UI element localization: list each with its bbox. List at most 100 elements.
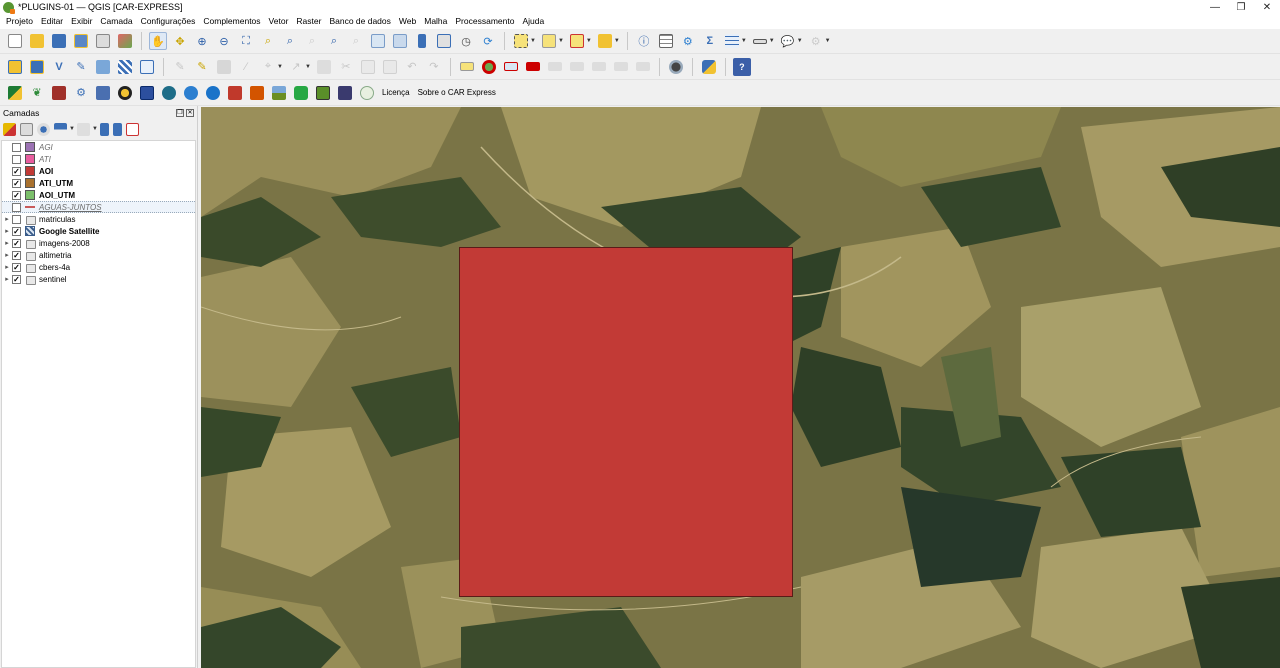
close-panel-icon[interactable]: ✕	[186, 109, 194, 117]
menu-configuracoes[interactable]: Configurações	[137, 14, 200, 29]
help-icon[interactable]: ?	[732, 57, 751, 76]
sobre-car-express-button[interactable]: Sobre o CAR Express	[414, 84, 500, 102]
layer-visibility-checkbox[interactable]: ✓	[12, 250, 21, 260]
layer-labeling-icon[interactable]	[480, 58, 498, 76]
zoom-selection-icon[interactable]: ⌕	[259, 32, 277, 50]
close-window-button[interactable]: ✕	[1254, 0, 1280, 14]
collapse-all-icon[interactable]	[112, 122, 122, 136]
menu-processamento[interactable]: Processamento	[451, 14, 518, 29]
add-raster-layer-icon[interactable]	[116, 58, 134, 76]
measure-line-icon[interactable]	[751, 32, 769, 50]
new-map-view-icon[interactable]	[369, 32, 387, 50]
dropdown-arrow-icon[interactable]: ▼	[558, 38, 564, 44]
python-console-icon[interactable]	[700, 58, 718, 76]
copy-features-icon[interactable]	[359, 58, 377, 76]
filter-expression-icon[interactable]	[76, 122, 90, 136]
expand-arrow-icon[interactable]: ▸	[2, 275, 12, 283]
add-group-icon[interactable]	[20, 122, 33, 136]
expand-arrow-icon[interactable]: ▸	[2, 215, 12, 223]
expand-arrow-icon[interactable]: ▸	[2, 227, 12, 235]
layer-visibility-checkbox[interactable]: ✓	[12, 238, 21, 248]
remove-layer-icon[interactable]	[125, 122, 139, 136]
delete-selected-icon[interactable]	[315, 58, 333, 76]
layer-visibility-checkbox[interactable]: ✓	[12, 190, 21, 200]
show-bookmarks-icon[interactable]	[435, 32, 453, 50]
dropdown-arrow-icon[interactable]: ▼	[586, 38, 592, 44]
layer-group-row[interactable]: ▸ matriculas	[2, 213, 195, 225]
expand-arrow-icon[interactable]: ▸	[2, 239, 12, 247]
minimize-button[interactable]: —	[1202, 0, 1228, 14]
dropdown-arrow-icon[interactable]: ▼	[92, 126, 98, 132]
zoom-layer-icon[interactable]: ⌕	[281, 32, 299, 50]
menu-malha[interactable]: Malha	[420, 14, 451, 29]
select-features-icon[interactable]	[512, 32, 530, 50]
layer-row[interactable]: ✓ AOI_UTM	[2, 189, 195, 201]
vertex-tool-icon[interactable]: ⌖	[259, 58, 277, 76]
dropdown-arrow-icon[interactable]: ▼	[69, 126, 75, 132]
landscape-plugin-icon[interactable]	[270, 84, 288, 102]
zoom-out-icon[interactable]: ⊖	[215, 32, 233, 50]
spatial-bookmark-icon[interactable]	[413, 32, 431, 50]
annotation-icon[interactable]: ⚙	[807, 32, 825, 50]
fire-orange-plugin-icon[interactable]	[248, 84, 266, 102]
expand-arrow-icon[interactable]: ▸	[2, 251, 12, 259]
cube-plugin-icon[interactable]	[94, 84, 112, 102]
style-manager-icon[interactable]	[116, 32, 134, 50]
show-hide-labels-icon[interactable]	[612, 58, 630, 76]
open-project-icon[interactable]	[28, 32, 46, 50]
aoi-polygon-feature[interactable]	[459, 247, 793, 597]
select-by-value-icon[interactable]	[540, 32, 558, 50]
layer-group-row[interactable]: ▸ ✓ imagens-2008	[2, 237, 195, 249]
menu-exibir[interactable]: Exibir	[67, 14, 96, 29]
zoom-last-icon[interactable]: ⌕	[325, 32, 343, 50]
restore-button[interactable]: ❐	[1228, 0, 1254, 14]
dropdown-arrow-icon[interactable]: ▼	[530, 38, 536, 44]
blue-circle-plugin-icon[interactable]	[204, 84, 222, 102]
zoom-in-icon[interactable]: ⊕	[193, 32, 211, 50]
licenca-button[interactable]: Licença	[378, 84, 414, 102]
filter-legend-icon[interactable]	[54, 122, 67, 136]
deselect-features-icon[interactable]	[568, 32, 586, 50]
red-book-plugin-icon[interactable]	[50, 84, 68, 102]
new-geopackage-layer-icon[interactable]	[28, 58, 46, 76]
undo-icon[interactable]: ↶	[403, 58, 421, 76]
new-project-icon[interactable]	[6, 32, 24, 50]
layer-row[interactable]: ▸ ✓ Google Satellite	[2, 225, 195, 237]
expand-arrow-icon[interactable]: ▸	[2, 263, 12, 271]
highlight-labels-icon[interactable]	[524, 58, 542, 76]
add-virtual-layer-icon[interactable]	[138, 58, 156, 76]
green-doc-plugin-icon[interactable]	[314, 84, 332, 102]
cut-features-icon[interactable]: ✂	[337, 58, 355, 76]
modify-attributes-icon[interactable]: ↗	[287, 58, 305, 76]
paste-features-icon[interactable]	[381, 58, 399, 76]
statistics-summary-icon[interactable]: Σ	[701, 32, 719, 50]
move-label-icon[interactable]	[546, 58, 564, 76]
menu-vetor[interactable]: Vetor	[265, 14, 293, 29]
data-source-manager-icon[interactable]	[6, 58, 24, 76]
dropdown-arrow-icon[interactable]: ▼	[614, 38, 620, 44]
layer-row[interactable]: ✓ ATI_UTM	[2, 177, 195, 189]
dropdown-arrow-icon[interactable]: ▼	[305, 64, 311, 70]
round-plugin-icon[interactable]	[358, 84, 376, 102]
float-panel-icon[interactable]: ❐	[176, 109, 184, 117]
map-canvas[interactable]	[201, 107, 1280, 668]
print-layout-icon[interactable]	[94, 32, 112, 50]
globe-plugin-icon[interactable]	[160, 84, 178, 102]
layer-row-selected[interactable]: AGUAS-JUNTOS	[2, 201, 195, 213]
label-toolbar-icon[interactable]	[458, 58, 476, 76]
zoom-native-icon[interactable]: ⌕	[303, 32, 321, 50]
layer-group-row[interactable]: ▸ ✓ cbers-4a	[2, 261, 195, 273]
pan-to-selection-icon[interactable]: ✥	[171, 32, 189, 50]
current-edits-icon[interactable]: ✎	[171, 58, 189, 76]
menu-banco-de-dados[interactable]: Banco de dados	[325, 14, 394, 29]
identify-features-icon[interactable]: ⓘ	[635, 32, 653, 50]
tree-plugin-icon[interactable]	[292, 84, 310, 102]
layer-row[interactable]: ATI	[2, 153, 195, 165]
menu-editar[interactable]: Editar	[37, 14, 67, 29]
style-layer-icon[interactable]	[3, 122, 16, 136]
refresh-icon[interactable]: ⟳	[479, 32, 497, 50]
save-as-icon[interactable]	[72, 32, 90, 50]
add-delimited-text-icon[interactable]: ✎	[72, 58, 90, 76]
zoom-next-icon[interactable]: ⌕	[347, 32, 365, 50]
rotate-label-icon[interactable]	[568, 58, 586, 76]
